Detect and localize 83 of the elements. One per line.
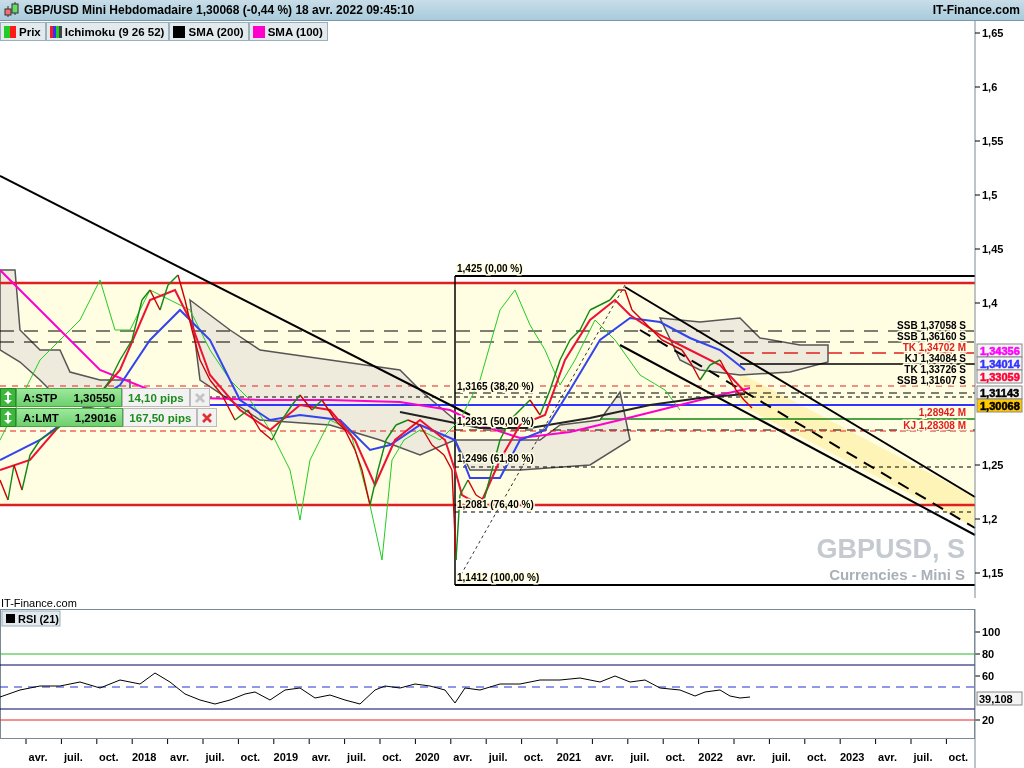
fibonacci-label: 1,425 (0,00 %) — [457, 263, 523, 274]
axis-label: 1,6 — [982, 81, 998, 93]
price-tag: 1,30068 — [976, 398, 1023, 413]
ichimoku-legend-icon — [49, 25, 62, 38]
time-axis-label: juil. — [347, 751, 367, 763]
axis-label: 20 — [982, 714, 995, 726]
legend-item[interactable]: SMA (200) — [169, 22, 249, 41]
time-axis-label: avr. — [878, 751, 898, 763]
time-axis-label: juil. — [488, 751, 508, 763]
time-axis-label: juil. — [630, 751, 650, 763]
legend-label: SMA (200) — [188, 25, 244, 38]
level-label: SSB 1,36160 S — [897, 331, 966, 342]
level-label: KJ 1,28308 M — [903, 420, 966, 431]
order-type: A:STP — [23, 391, 58, 404]
level-label: TK 1,34702 M — [902, 342, 966, 353]
axis-label: 1,65 — [982, 27, 1004, 39]
time-axis-label: oct. — [948, 751, 969, 763]
close-icon — [202, 412, 213, 423]
time-axis-label: 2019 — [273, 751, 299, 763]
level-label: SSB 1,31607 S — [897, 375, 966, 386]
axis-label: 1,2 — [982, 513, 998, 525]
time-axis-label: avr. — [28, 751, 48, 763]
time-axis-label: avr. — [311, 751, 331, 763]
time-axis-label: 2020 — [415, 751, 440, 763]
time-axis-label: oct. — [382, 751, 402, 763]
axis-label: 1,5 — [982, 189, 998, 201]
time-axis-label: oct. — [523, 751, 544, 763]
time-axis-label: juil. — [771, 751, 791, 763]
watermark-subtitle: Currencies - Mini S — [829, 566, 965, 583]
drag-handle[interactable] — [0, 388, 16, 407]
axis-label: 1,25 — [982, 459, 1004, 471]
time-axis-label: avr. — [736, 751, 756, 763]
close-icon — [194, 392, 205, 403]
level-label: KJ 1,34084 S — [904, 353, 966, 364]
source-label: IT-Finance.com — [932, 3, 1020, 17]
order-price: 1,30550 — [73, 391, 116, 404]
source-label: IT-Finance.com — [0, 598, 78, 609]
time-axis-label: oct. — [665, 751, 685, 763]
time-axis-label: oct. — [99, 751, 119, 763]
legend-label: Prix — [19, 25, 41, 38]
fibonacci-label: 1,1412 (100,00 %) — [457, 572, 540, 583]
axis-label: 100 — [982, 626, 1001, 638]
time-axis-label: oct. — [240, 751, 261, 763]
level-label: 1,28942 M — [918, 407, 966, 418]
time-axis-label: 2021 — [556, 751, 582, 763]
level-label: SSB 1,37058 S — [897, 320, 966, 331]
legend-label: SMA (100) — [267, 25, 323, 38]
time-axis-label: 2022 — [698, 751, 723, 763]
time-axis-label: avr. — [594, 751, 614, 763]
watermark-symbol: GBPUSD, S — [816, 534, 965, 564]
rsi-value-tag: 39,108 — [976, 691, 1023, 706]
axis-label: 1,15 — [982, 567, 1004, 579]
drag-handle[interactable] — [0, 408, 16, 427]
axis-label: 1,4 — [982, 297, 998, 309]
legend-label: Ichimoku (9 26 52) — [64, 25, 165, 38]
chart-title: GBP/USD Mini Hebdomadaire 1,30068 (-0,44 %) 18 avr. 2022 09:45:10 — [24, 3, 416, 17]
close-button[interactable] — [197, 408, 218, 427]
time-axis-label: oct. — [807, 751, 827, 763]
order-type: A:LMT — [23, 411, 59, 424]
legend-item[interactable]: Ichimoku (9 26 52) — [45, 22, 170, 41]
axis-label: 60 — [982, 670, 995, 682]
rsi-legend: RSI (21) — [1, 610, 61, 627]
legend-item[interactable]: SMA (100) — [248, 22, 328, 41]
vertical-arrows-icon — [4, 391, 12, 404]
time-axis-label: 2023 — [839, 751, 865, 763]
candlestick-icon — [4, 2, 20, 18]
vertical-arrows-icon — [4, 411, 12, 424]
price-legend-icon — [4, 25, 16, 38]
order-price: 1,29016 — [74, 411, 117, 424]
axis-label: 1,45 — [982, 243, 1004, 255]
order-pips: 167,50 pips — [123, 408, 198, 427]
time-axis-label: 2018 — [131, 751, 157, 763]
axis-label: 1,55 — [982, 135, 1004, 147]
time-axis-label: juil. — [63, 751, 83, 763]
price-tag: 1,33059 — [976, 369, 1023, 384]
time-axis-label: juil. — [913, 751, 933, 763]
legend-item[interactable]: Prix — [0, 22, 46, 41]
order-pips: 14,10 pips — [122, 388, 190, 407]
level-label: TK 1,33726 S — [904, 364, 966, 375]
time-axis-label: juil. — [205, 751, 225, 763]
axis-label: 80 — [982, 648, 995, 660]
time-axis-label: avr. — [170, 751, 190, 763]
time-axis-label: avr. — [453, 751, 473, 763]
